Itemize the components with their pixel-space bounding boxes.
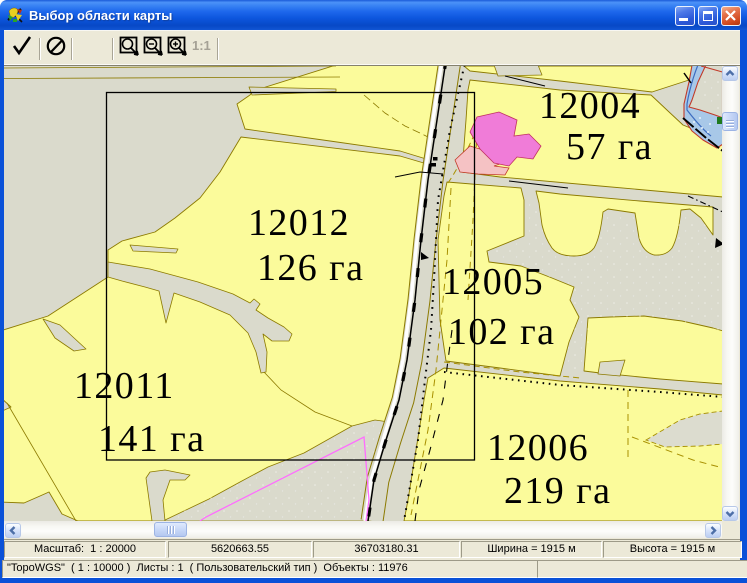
svg-text:102 га: 102 га [448,311,555,353]
svg-text:12006: 12006 [487,427,589,469]
svg-text:12011: 12011 [74,365,175,407]
svg-text:219 га: 219 га [504,470,611,512]
svg-text:12005: 12005 [442,261,544,303]
svg-text:12012: 12012 [248,202,350,244]
svg-text:141 га: 141 га [98,418,205,460]
svg-text:1:1: 1:1 [192,38,211,53]
svg-text:12004: 12004 [539,85,641,127]
svg-text:126 га: 126 га [257,247,364,289]
svg-text:57 га: 57 га [566,126,653,168]
